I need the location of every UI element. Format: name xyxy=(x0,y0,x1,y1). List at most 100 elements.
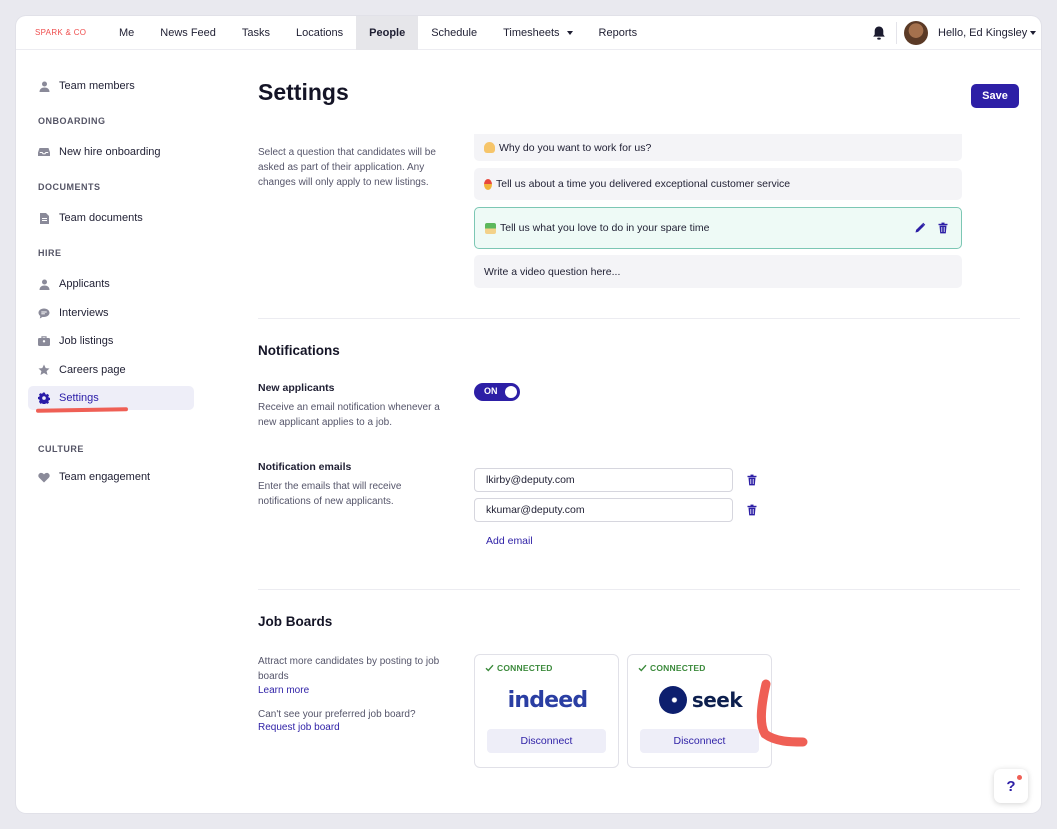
disconnect-button[interactable]: Disconnect xyxy=(640,729,759,753)
sidebar-item-label: Team members xyxy=(59,80,135,92)
disconnect-button[interactable]: Disconnect xyxy=(487,729,606,753)
nav-item-news-feed[interactable]: News Feed xyxy=(147,16,229,50)
section-header-culture: CULTURE xyxy=(38,444,84,454)
sidebar-item-label: Job listings xyxy=(59,335,114,347)
nav-label: Timesheets xyxy=(503,27,560,39)
annotation-underline xyxy=(35,407,129,413)
nav-item-reports[interactable]: Reports xyxy=(586,16,651,50)
learn-more-link[interactable]: Learn more xyxy=(258,685,309,696)
email-field[interactable] xyxy=(474,468,733,492)
trash-icon[interactable] xyxy=(937,222,949,234)
heart-icon xyxy=(38,471,50,483)
sidebar-item-label: New hire onboarding xyxy=(59,146,161,158)
nav-item-people[interactable]: People xyxy=(356,16,419,50)
user-menu[interactable]: Hello, Ed Kingsley xyxy=(938,27,1037,39)
nav-item-tasks[interactable]: Tasks xyxy=(229,16,283,50)
save-button[interactable]: Save xyxy=(971,84,1019,108)
nav-items: Me News Feed Tasks Locations People Sche… xyxy=(106,16,650,50)
notification-emails-label: Notification emails xyxy=(258,461,352,473)
toggle-knob xyxy=(505,386,517,398)
question-option[interactable]: Tell us about a time you delivered excep… xyxy=(474,168,962,200)
new-applicants-description: Receive an email notification whenever a… xyxy=(258,402,440,428)
annotation-mark xyxy=(756,679,808,747)
nav-item-me[interactable]: Me xyxy=(106,16,147,50)
sidebar-item-careers-page[interactable]: Careers page xyxy=(28,358,194,382)
questions-description: Select a question that candidates will b… xyxy=(258,147,436,188)
trash-icon[interactable] xyxy=(746,504,758,516)
question-actions xyxy=(914,208,949,248)
job-boards-description: Attract more candidates by posting to jo… xyxy=(258,656,440,682)
sidebar-item-label: Team documents xyxy=(59,212,143,224)
brand-logo[interactable]: SPARK & CO xyxy=(35,28,86,37)
nav-item-schedule[interactable]: Schedule xyxy=(418,16,490,50)
indeed-logo: indeed xyxy=(475,683,620,717)
add-email-link[interactable]: Add email xyxy=(486,535,533,547)
wave-emoji-icon xyxy=(484,142,495,153)
nav-item-timesheets[interactable]: Timesheets xyxy=(490,16,585,50)
job-board-card-indeed: CONNECTED indeed Disconnect xyxy=(474,654,619,768)
app-window: SPARK & CO Me News Feed Tasks Locations … xyxy=(16,16,1041,813)
document-icon xyxy=(38,212,50,224)
section-header-documents: DOCUMENTS xyxy=(38,182,101,192)
video-question-placeholder: Write a video question here... xyxy=(484,265,621,278)
pencil-icon[interactable] xyxy=(914,222,926,234)
question-option[interactable]: Why do you want to work for us? xyxy=(474,134,962,161)
new-applicants-toggle[interactable]: ON xyxy=(474,383,520,401)
avatar[interactable] xyxy=(904,21,928,45)
sidebar-item-new-hire-onboarding[interactable]: New hire onboarding xyxy=(28,140,194,164)
nav-item-locations[interactable]: Locations xyxy=(283,16,356,50)
help-icon: ? xyxy=(1006,777,1016,795)
nav-label: People xyxy=(369,27,406,39)
sidebar-item-interviews[interactable]: Interviews xyxy=(28,301,194,325)
cant-see-text: Can't see your preferred job board? xyxy=(258,709,416,720)
question-text: Tell us about a time you delivered excep… xyxy=(496,178,791,190)
medal-emoji-icon xyxy=(484,178,492,190)
question-option-selected[interactable]: Tell us what you love to do in your spar… xyxy=(474,207,962,249)
nav-label: Me xyxy=(119,27,135,39)
sidebar-item-team-documents[interactable]: Team documents xyxy=(28,206,194,230)
person-icon xyxy=(38,80,50,92)
section-header-onboarding: ONBOARDING xyxy=(38,116,106,126)
toggle-label: ON xyxy=(484,386,498,396)
inbox-icon xyxy=(38,146,50,158)
notifications-title: Notifications xyxy=(258,343,340,358)
sidebar-item-team-members[interactable]: Team members xyxy=(28,74,194,98)
chat-icon xyxy=(38,307,50,319)
seek-wordmark: seek xyxy=(691,688,743,712)
connected-badge: CONNECTED xyxy=(485,663,553,673)
notification-emails-description: Enter the emails that will receive notif… xyxy=(258,481,402,507)
video-question-input[interactable]: Write a video question here... xyxy=(474,255,962,288)
help-button[interactable]: ? xyxy=(994,769,1028,803)
nav-label: Schedule xyxy=(431,27,478,39)
section-divider xyxy=(258,318,1020,319)
chevron-down-icon xyxy=(566,31,573,35)
job-boards-title: Job Boards xyxy=(258,614,333,629)
sidebar-item-label: Interviews xyxy=(59,307,109,319)
person-icon xyxy=(38,278,50,290)
sidebar-item-job-listings[interactable]: Job listings xyxy=(28,329,194,353)
user-greeting: Hello, Ed Kingsley xyxy=(938,27,1028,39)
page-title: Settings xyxy=(258,79,349,105)
island-emoji-icon xyxy=(485,222,496,234)
notification-dot xyxy=(1017,775,1022,780)
briefcase-icon xyxy=(38,335,50,347)
new-applicants-label: New applicants xyxy=(258,382,335,394)
sidebar-item-applicants[interactable]: Applicants xyxy=(28,272,194,296)
trash-icon[interactable] xyxy=(746,474,758,486)
request-job-board-link[interactable]: Request job board xyxy=(258,722,340,733)
sidebar-item-settings[interactable]: Settings xyxy=(28,386,194,410)
nav-label: News Feed xyxy=(160,27,216,39)
email-field[interactable] xyxy=(474,498,733,522)
bell-icon[interactable] xyxy=(872,25,886,41)
gear-icon xyxy=(38,392,50,404)
star-icon xyxy=(38,364,50,376)
nav-divider xyxy=(896,22,897,44)
connected-badge: CONNECTED xyxy=(638,663,706,673)
sidebar-item-team-engagement[interactable]: Team engagement xyxy=(28,465,194,489)
nav-label: Tasks xyxy=(241,27,271,39)
sidebar-item-label: Settings xyxy=(59,392,99,404)
top-navigation: SPARK & CO Me News Feed Tasks Locations … xyxy=(16,16,1041,50)
sidebar-item-label: Applicants xyxy=(59,278,110,290)
connected-status: CONNECTED xyxy=(650,663,706,673)
check-icon xyxy=(638,664,647,672)
